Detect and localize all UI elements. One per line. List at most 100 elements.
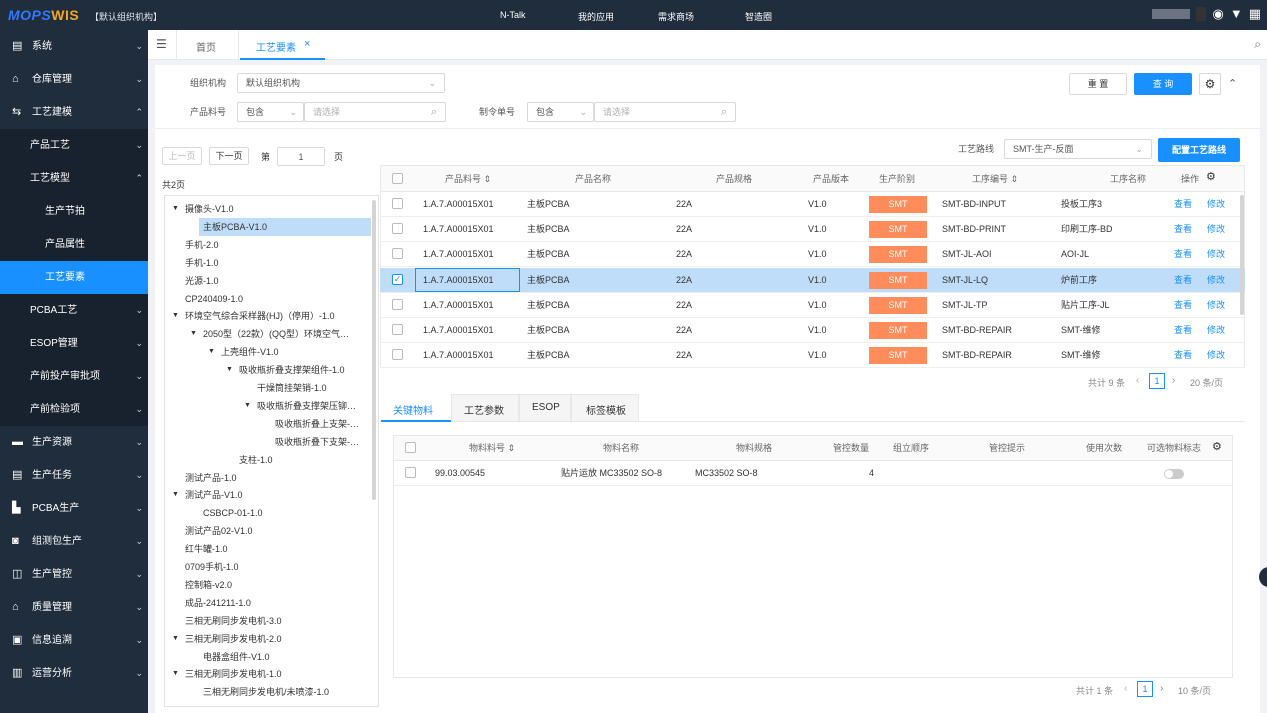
grid-page-size[interactable]: 20 条/页 <box>1190 376 1223 389</box>
col-code[interactable]: 工序编号 ⇕ <box>972 166 1018 192</box>
tree-node[interactable]: 电器盒组件-V1.0 <box>203 648 270 666</box>
route-select[interactable]: SMT-生产-反面 ⌄ <box>1004 139 1152 159</box>
tree-node[interactable]: 测试产品-V1.0 <box>185 486 243 504</box>
sidebar-item-process-modeling[interactable]: ⇆ 工艺建模 ⌃ <box>0 96 148 129</box>
tree-node[interactable]: 吸收瓶折叠支撑架组件-1.0 <box>239 361 345 379</box>
subtab-key-materials[interactable]: 关键物料 <box>381 394 451 422</box>
tree-scrollbar[interactable] <box>372 200 376 500</box>
prev-icon[interactable]: ‹ <box>1136 375 1139 386</box>
tree-node[interactable]: 0709手机-1.0 <box>185 558 239 576</box>
next-icon[interactable]: › <box>1160 683 1163 694</box>
row-checkbox[interactable] <box>392 223 403 235</box>
tree-expand-icon[interactable]: ▼ <box>172 200 179 218</box>
nav-ntalk[interactable]: N-Talk <box>500 10 526 20</box>
wo-mode-select[interactable]: 包含 ⌄ <box>527 102 594 122</box>
mat-page-size[interactable]: 10 条/页 <box>1178 684 1211 697</box>
sidebar-item-production-resources[interactable]: ▬ 生产资源 ⌄ <box>0 426 148 459</box>
gear-icon[interactable]: ⚙ <box>1206 170 1216 183</box>
tab-home[interactable]: 首页 <box>196 39 216 54</box>
next-icon[interactable]: › <box>1172 375 1175 386</box>
sidebar-item-assembly-production[interactable]: ◙ 组测包生产 ⌄ <box>0 525 148 558</box>
sidebar-item-analytics[interactable]: ▥ 运营分析 ⌄ <box>0 657 148 690</box>
sidebar-item-preprod-approval[interactable]: 产前投产审批项 ⌄ <box>0 360 148 393</box>
tree-expand-icon[interactable]: ▼ <box>172 665 179 683</box>
row-checkbox[interactable] <box>392 198 403 209</box>
tree-node[interactable]: CP240409-1.0 <box>185 290 243 308</box>
user-icon[interactable]: ◉ <box>1212 7 1223 21</box>
apps-icon[interactable]: ▦ <box>1249 7 1261 21</box>
view-link[interactable]: 查看 <box>1174 192 1192 217</box>
tree-node[interactable]: 主板PCBA-V1.0 <box>203 218 267 236</box>
prev-page-button[interactable]: 上一页 <box>162 147 202 165</box>
edit-link[interactable]: 修改 <box>1207 192 1225 217</box>
sidebar-item-esop[interactable]: ESOP管理 ⌄ <box>0 327 148 360</box>
table-row[interactable]: 1.A.7.A00015X01 主板PCBA 22A V1.0 SMT SMT-JL-AO… <box>380 242 1245 268</box>
sidebar-item-pcba-production[interactable]: ▙ PCBA生产 ⌄ <box>0 492 148 525</box>
tree-node[interactable]: 测试产品02-V1.0 <box>185 522 253 540</box>
sidebar-item-production-control[interactable]: ◫ 生产管控 ⌄ <box>0 558 148 591</box>
tree-node[interactable]: CSBCP-01-1.0 <box>203 504 263 522</box>
view-link[interactable]: 查看 <box>1174 268 1192 293</box>
tree-node[interactable]: 手机-2.0 <box>185 236 219 254</box>
tree-node[interactable]: 三相无刷同步发电机/未喷漆-1.0 <box>203 683 329 701</box>
wo-input[interactable]: 请选择 ⌕ <box>594 102 736 122</box>
org-select[interactable]: 默认组织机构 ⌄ <box>237 73 445 93</box>
tab-process-elements[interactable]: 工艺要素 × <box>240 30 325 60</box>
table-row[interactable]: 1.A.7.A00015X01 主板PCBA 22A V1.0 SMT SMT-BD-PR… <box>380 217 1245 243</box>
sidebar-item-product-attr[interactable]: 产品属性 <box>0 228 148 261</box>
select-all-checkbox[interactable] <box>392 173 403 184</box>
menu-fold-icon[interactable]: ☰ <box>156 37 167 51</box>
nav-my-apps[interactable]: 我的应用 <box>578 10 614 23</box>
edit-link[interactable]: 修改 <box>1207 268 1225 293</box>
sidebar-item-system[interactable]: ▤ 系统 ⌄ <box>0 30 148 63</box>
grid-page-current[interactable]: 1 <box>1149 373 1165 389</box>
select-all-checkbox[interactable] <box>405 442 416 453</box>
mat-page-current[interactable]: 1 <box>1137 681 1153 697</box>
page-input[interactable]: 1 <box>277 147 325 166</box>
tree-node[interactable]: 三相无刷同步发电机-2.0 <box>185 630 282 648</box>
view-link[interactable]: 查看 <box>1174 293 1192 318</box>
tree-node[interactable]: 摄像头-V1.0 <box>185 200 234 218</box>
table-row[interactable]: 99.03.00545 贴片运放 MC33502 SO-8 MC33502 SO… <box>394 461 1232 486</box>
tree-node[interactable]: 手机-1.0 <box>185 254 219 272</box>
edit-link[interactable]: 修改 <box>1207 318 1225 343</box>
table-row[interactable]: 1.A.7.A00015X01 主板PCBA 22A V1.0 SMT SMT-BD-RE… <box>380 318 1245 343</box>
tree-node[interactable]: 成品-241211-1.0 <box>185 594 251 612</box>
tree-expand-icon[interactable]: ▼ <box>208 343 215 361</box>
row-checkbox[interactable]: ✓ <box>392 273 403 285</box>
sidebar-item-process-elements[interactable]: 工艺要素 <box>0 261 148 294</box>
next-page-button[interactable]: 下一页 <box>209 147 249 165</box>
query-button[interactable]: 查 询 <box>1134 73 1192 95</box>
tree-node[interactable]: 红牛罐-1.0 <box>185 540 228 558</box>
view-link[interactable]: 查看 <box>1174 343 1192 368</box>
tree-node[interactable]: 三相无刷同步发电机-1.0 <box>185 665 282 683</box>
shirt-icon[interactable]: ▼ <box>1230 7 1243 21</box>
view-link[interactable]: 查看 <box>1174 242 1192 267</box>
view-link[interactable]: 查看 <box>1174 318 1192 343</box>
sidebar-item-product-process[interactable]: 产品工艺 ⌄ <box>0 129 148 162</box>
table-row[interactable]: 1.A.7.A00015X01 主板PCBA 22A V1.0 SMT SMT-BD-RE… <box>380 343 1245 369</box>
tree-node[interactable]: 干燥筒挂架销-1.0 <box>257 379 327 397</box>
optional-toggle[interactable] <box>1164 469 1184 479</box>
tree-expand-icon[interactable]: ▼ <box>190 325 197 343</box>
table-row[interactable]: 1.A.7.A00015X01 主板PCBA 22A V1.0 SMT SMT-BD-IN… <box>380 192 1245 217</box>
sidebar-item-pcba-process[interactable]: PCBA工艺 ⌄ <box>0 294 148 327</box>
sidebar-item-warehouse[interactable]: ⌂ 仓库管理 ⌄ <box>0 63 148 96</box>
col-mat-code[interactable]: 物料料号 ⇕ <box>469 436 515 461</box>
config-route-button[interactable]: 配置工艺路线 <box>1158 138 1240 162</box>
tree-node[interactable]: 上壳组件-V1.0 <box>221 343 279 361</box>
tree-node[interactable]: 吸收瓶折叠支撑架压铆… <box>257 397 356 415</box>
gear-icon[interactable]: ⚙ <box>1212 440 1222 453</box>
nav-demand-market[interactable]: 需求商场 <box>658 10 694 23</box>
edit-link[interactable]: 修改 <box>1207 217 1225 242</box>
reset-button[interactable]: 重 置 <box>1069 73 1127 95</box>
nav-manufacturing-circle[interactable]: 智造圈 <box>745 10 772 23</box>
sidebar-item-process-model[interactable]: 工艺模型 ⌃ <box>0 162 148 195</box>
subtab-label-template[interactable]: 标签模板 <box>571 394 639 422</box>
row-checkbox[interactable] <box>392 324 403 335</box>
search-icon[interactable]: ⌕ <box>1254 37 1261 52</box>
tree-node[interactable]: 2050型（22款）(QQ型）环境空气… <box>203 325 349 343</box>
collapse-up-icon[interactable]: ⌃ <box>1228 77 1237 90</box>
search-icon[interactable]: ⌕ <box>431 103 437 121</box>
edit-link[interactable]: 修改 <box>1207 343 1225 368</box>
